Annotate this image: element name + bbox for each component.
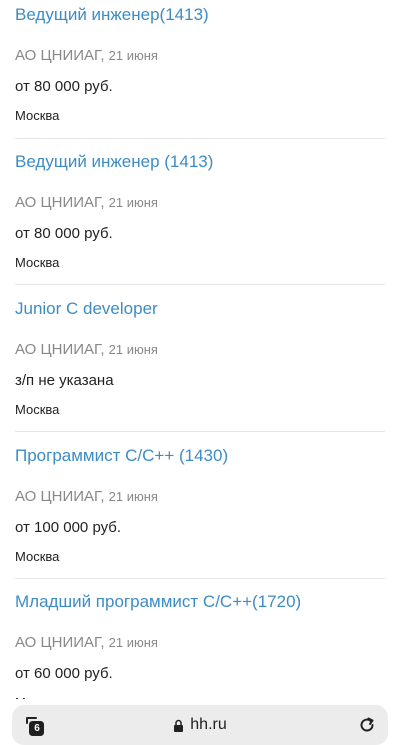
vacancy-title-link[interactable]: Ведущий инженер(1413) — [15, 5, 209, 25]
url-text[interactable]: hh.ru — [190, 716, 226, 734]
vacancy-salary: от 60 000 руб. — [15, 665, 113, 682]
tabs-button[interactable]: 6 — [22, 714, 46, 738]
address-bar[interactable]: 6 hh.ru — [12, 705, 388, 745]
vacancy-city: Москва — [15, 108, 60, 123]
vacancy-company-line: АО ЦНИИАГ, 21 июня — [15, 634, 158, 651]
company-name[interactable]: АО ЦНИИАГ — [15, 488, 100, 505]
vacancy-salary: з/п не указана — [15, 372, 114, 389]
vacancy-date: 21 июня — [108, 635, 158, 650]
vacancy-company-line: АО ЦНИИАГ, 21 июня — [15, 194, 158, 211]
vacancy-salary: от 80 000 руб. — [15, 78, 113, 95]
vacancy-title-link[interactable]: Программист C/C++ (1430) — [15, 446, 228, 466]
vacancy-company-line: АО ЦНИИАГ, 21 июня — [15, 47, 158, 64]
reload-icon — [360, 717, 374, 732]
divider — [15, 431, 385, 432]
vacancy-title-link[interactable]: Младший программист C/C++(1720) — [15, 592, 301, 612]
company-name[interactable]: АО ЦНИИАГ — [15, 47, 100, 64]
divider — [15, 578, 385, 579]
vacancy-date: 21 июня — [108, 342, 158, 357]
vacancy-title-link[interactable]: Junior C developer — [15, 299, 158, 319]
tab-count-badge: 6 — [30, 722, 44, 735]
vacancy-city: Москва — [15, 402, 60, 417]
lock-icon — [174, 719, 184, 732]
browser-toolbar: 6 hh.ru — [0, 699, 400, 745]
vacancy-date: 21 июня — [108, 48, 158, 63]
vacancy-city: Москва — [15, 549, 60, 564]
vacancy-company-line: АО ЦНИИАГ, 21 июня — [15, 488, 158, 505]
url-display: hh.ru — [12, 705, 388, 745]
reload-button[interactable] — [358, 716, 376, 734]
divider — [15, 284, 385, 285]
vacancy-salary: от 100 000 руб. — [15, 519, 122, 536]
company-name[interactable]: АО ЦНИИАГ — [15, 194, 100, 211]
vacancy-city: Москва — [15, 255, 60, 270]
divider — [15, 138, 385, 139]
vacancy-salary: от 80 000 руб. — [15, 225, 113, 242]
company-name[interactable]: АО ЦНИИАГ — [15, 341, 100, 358]
vacancy-date: 21 июня — [108, 195, 158, 210]
vacancy-company-line: АО ЦНИИАГ, 21 июня — [15, 341, 158, 358]
company-name[interactable]: АО ЦНИИАГ — [15, 634, 100, 651]
vacancy-title-link[interactable]: Ведущий инженер (1413) — [15, 152, 213, 172]
vacancy-date: 21 июня — [108, 489, 158, 504]
